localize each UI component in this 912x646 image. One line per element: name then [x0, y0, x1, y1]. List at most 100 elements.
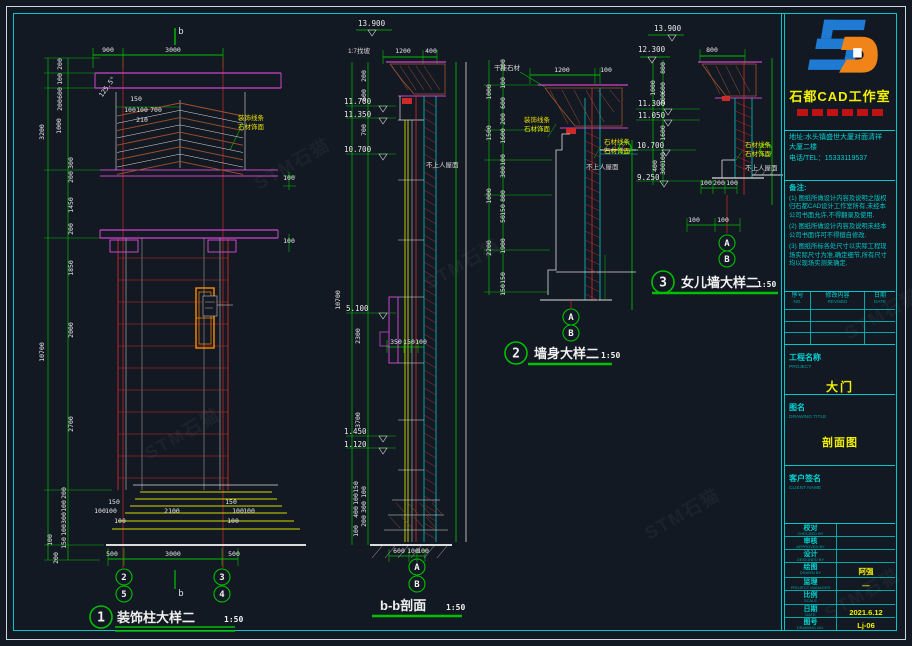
cad-annotation: 600 [56, 87, 64, 99]
cad-poly [379, 448, 387, 454]
cad-annotation: 石材饰面 [604, 146, 631, 155]
cad-annotation: 200 [360, 515, 368, 527]
cad-annotation: 11.050 [638, 111, 666, 120]
cad-line [117, 154, 180, 167]
cad-line [424, 298, 436, 305]
titleblock-panel: 石都CAD工作室 地址:水头镇盛世大厦对面清祥 大厦二楼 电话/TEL：1533… [784, 14, 895, 630]
cad-annotation: 100 [499, 154, 507, 166]
cad-annotation: 11.350 [344, 110, 372, 119]
cad-annotation: 200 [499, 59, 507, 71]
cad-annotation: 1000 [55, 118, 63, 134]
cad-sheet: 12534ABAB2AB3b90030003200107002001006002… [0, 0, 912, 646]
studio-address: 地址:水头镇盛世大厦对面清祥 大厦二楼 电话/TEL：15333119537 [785, 131, 895, 181]
drawing-title-label-en: DRAWING TITLE [789, 415, 891, 420]
titleblock-row: 比例SCALE [785, 591, 895, 604]
cad-line [424, 325, 436, 332]
grid-bubble-label: A [414, 563, 420, 573]
cad-line [736, 150, 743, 160]
cad-poly [379, 118, 387, 124]
cad-line [424, 505, 436, 512]
cad-annotation: 600 [659, 82, 667, 94]
grid-bubble-label: 3 [219, 573, 224, 583]
cad-annotation: 200 [659, 93, 667, 105]
cad-poly [368, 30, 376, 36]
cad-annotation: 400 [651, 160, 659, 172]
grid-bubble-label: 4 [219, 590, 225, 600]
cad-poly [648, 57, 656, 63]
cad-line [117, 125, 180, 138]
cad-annotation: b-b剖面 [380, 598, 426, 613]
cad-annotation: 2700 [67, 416, 75, 432]
cad-annotation: 12.300 [638, 45, 666, 54]
cad-line [117, 140, 180, 153]
cad-line [424, 433, 436, 440]
cad-line [117, 132, 180, 145]
cad-annotation: 3200 [38, 124, 46, 140]
cad-line [562, 90, 580, 124]
note-2: (2) 图纸所做设计内容及说明未经本公司书面许可不得擅自修改. [789, 223, 891, 240]
revision-table: 序号NO. 修改内容REVISED 日期DATE [785, 292, 895, 345]
cad-annotation: 干挂石材 [494, 63, 521, 72]
note-3: (3) 图纸所标各处尺寸以实际工程现场实际尺寸为准,确定细节,所有尺寸均以现场实… [789, 243, 891, 269]
cad-line [180, 161, 243, 174]
cad-line [180, 140, 243, 153]
cad-annotation: 2200 [485, 240, 493, 256]
cad-annotation: 150 [130, 95, 142, 103]
cad-annotation: 石材饰面 [238, 122, 265, 131]
cad-rect [203, 296, 217, 316]
cad-annotation: 3000 [165, 550, 181, 558]
cad-annotation: 100 [415, 338, 427, 346]
note-1: (1) 图纸所做设计内容及说明之版权归石都CAD设计工作室所有,未经本公司书面允… [789, 195, 891, 221]
cad-annotation: 10700 [334, 290, 342, 310]
cad-annotation: 100 [600, 66, 612, 74]
cad-annotation: 150 [499, 204, 507, 216]
cad-annotation: 10.700 [637, 141, 665, 150]
revision-row [785, 322, 895, 334]
cad-annotation: 100 [417, 547, 429, 555]
cad-line [424, 316, 436, 323]
cad-line [424, 397, 436, 404]
cad-annotation: 100 [726, 179, 738, 187]
grid-bubble-label: B [414, 580, 420, 590]
cad-annotation: 2300 [354, 328, 362, 344]
cad-annotation: 100 [243, 507, 255, 515]
cad-annotation: 800 [659, 62, 667, 74]
cad-line [180, 132, 243, 145]
studio-name: 石都CAD工作室 [789, 86, 890, 105]
cad-poly [668, 35, 676, 41]
cad-annotation: 3000 [165, 46, 181, 54]
cad-annotation: 150 [352, 481, 360, 493]
studio-logo-section: 石都CAD工作室 [785, 14, 895, 131]
cad-annotation: 100 [60, 500, 68, 512]
cad-annotation: 墙身大样二 [534, 346, 599, 361]
cad-line [585, 258, 600, 265]
cad-annotation: 100 [283, 237, 295, 245]
cad-line [424, 208, 436, 215]
cad-line [180, 103, 243, 116]
cad-line [424, 478, 436, 485]
project-value: 大门 [789, 378, 891, 395]
cad-annotation: 1200 [554, 66, 570, 74]
cad-annotation: 1:50 [757, 280, 776, 289]
studio-logo [792, 16, 888, 84]
cad-line [585, 204, 600, 211]
cad-line [408, 66, 424, 90]
cad-annotation: 13.900 [358, 19, 386, 28]
cad-annotation: 石材线条 [745, 140, 772, 149]
cad-annotation: 1600 [659, 125, 667, 141]
cad-annotation: 150 [499, 272, 507, 284]
grid-bubble-label: 5 [121, 590, 126, 600]
cad-line [735, 102, 752, 109]
drawing-title-value: 剖面图 [789, 434, 891, 450]
notes-title: 备注: [789, 183, 891, 193]
cad-line [424, 406, 436, 413]
cad-annotation: 200 [56, 99, 64, 111]
cad-line [426, 517, 436, 528]
cad-line [424, 127, 436, 134]
revision-table-header: 序号NO. 修改内容REVISED 日期DATE [785, 292, 895, 310]
cad-annotation: 1900 [499, 238, 507, 254]
cad-annotation: 100 [352, 525, 360, 537]
cad-line [390, 517, 400, 528]
drawing-title-label: 图名 [789, 403, 805, 412]
titleblock-row: 监理PROJECT MANAGER— [785, 578, 895, 591]
